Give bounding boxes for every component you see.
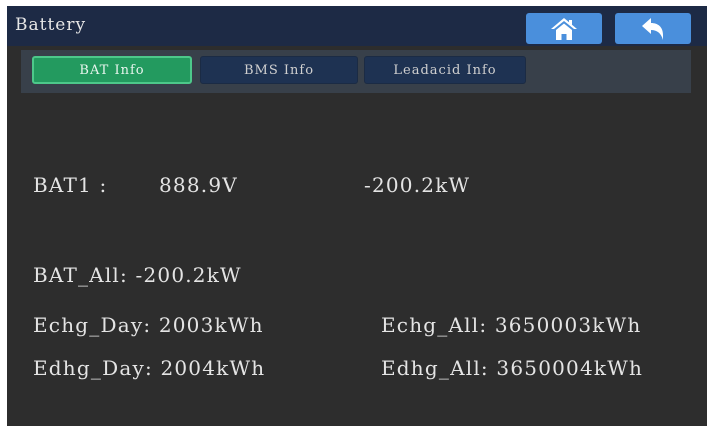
title-bar: Battery (7, 6, 707, 46)
tab-bat-info[interactable]: BAT Info (32, 56, 192, 84)
home-icon (551, 17, 577, 40)
bat1-label: BAT1 : (33, 173, 108, 197)
edhg-all: Edhg_All: 3650004kWh (381, 356, 644, 380)
bat1-power: -200.2kW (364, 173, 471, 197)
home-button[interactable] (526, 13, 602, 44)
bat1-voltage: 888.9V (159, 173, 238, 197)
back-button[interactable] (615, 13, 691, 44)
edhg-day: Edhg_Day: 2004kWh (33, 356, 266, 380)
bat-all-power: BAT_All: -200.2kW (33, 263, 242, 287)
back-arrow-icon (642, 17, 663, 40)
battery-screen: Battery BAT Info BMS Info Leadacid Info … (7, 6, 707, 426)
page-title: Battery (15, 15, 87, 35)
tab-leadacid-info[interactable]: Leadacid Info (364, 56, 526, 84)
echg-day: Echg_Day: 2003kWh (33, 313, 264, 337)
tab-bar: BAT Info BMS Info Leadacid Info (21, 50, 691, 93)
echg-all: Echg_All: 3650003kWh (381, 313, 642, 337)
tab-bms-info[interactable]: BMS Info (200, 56, 358, 84)
